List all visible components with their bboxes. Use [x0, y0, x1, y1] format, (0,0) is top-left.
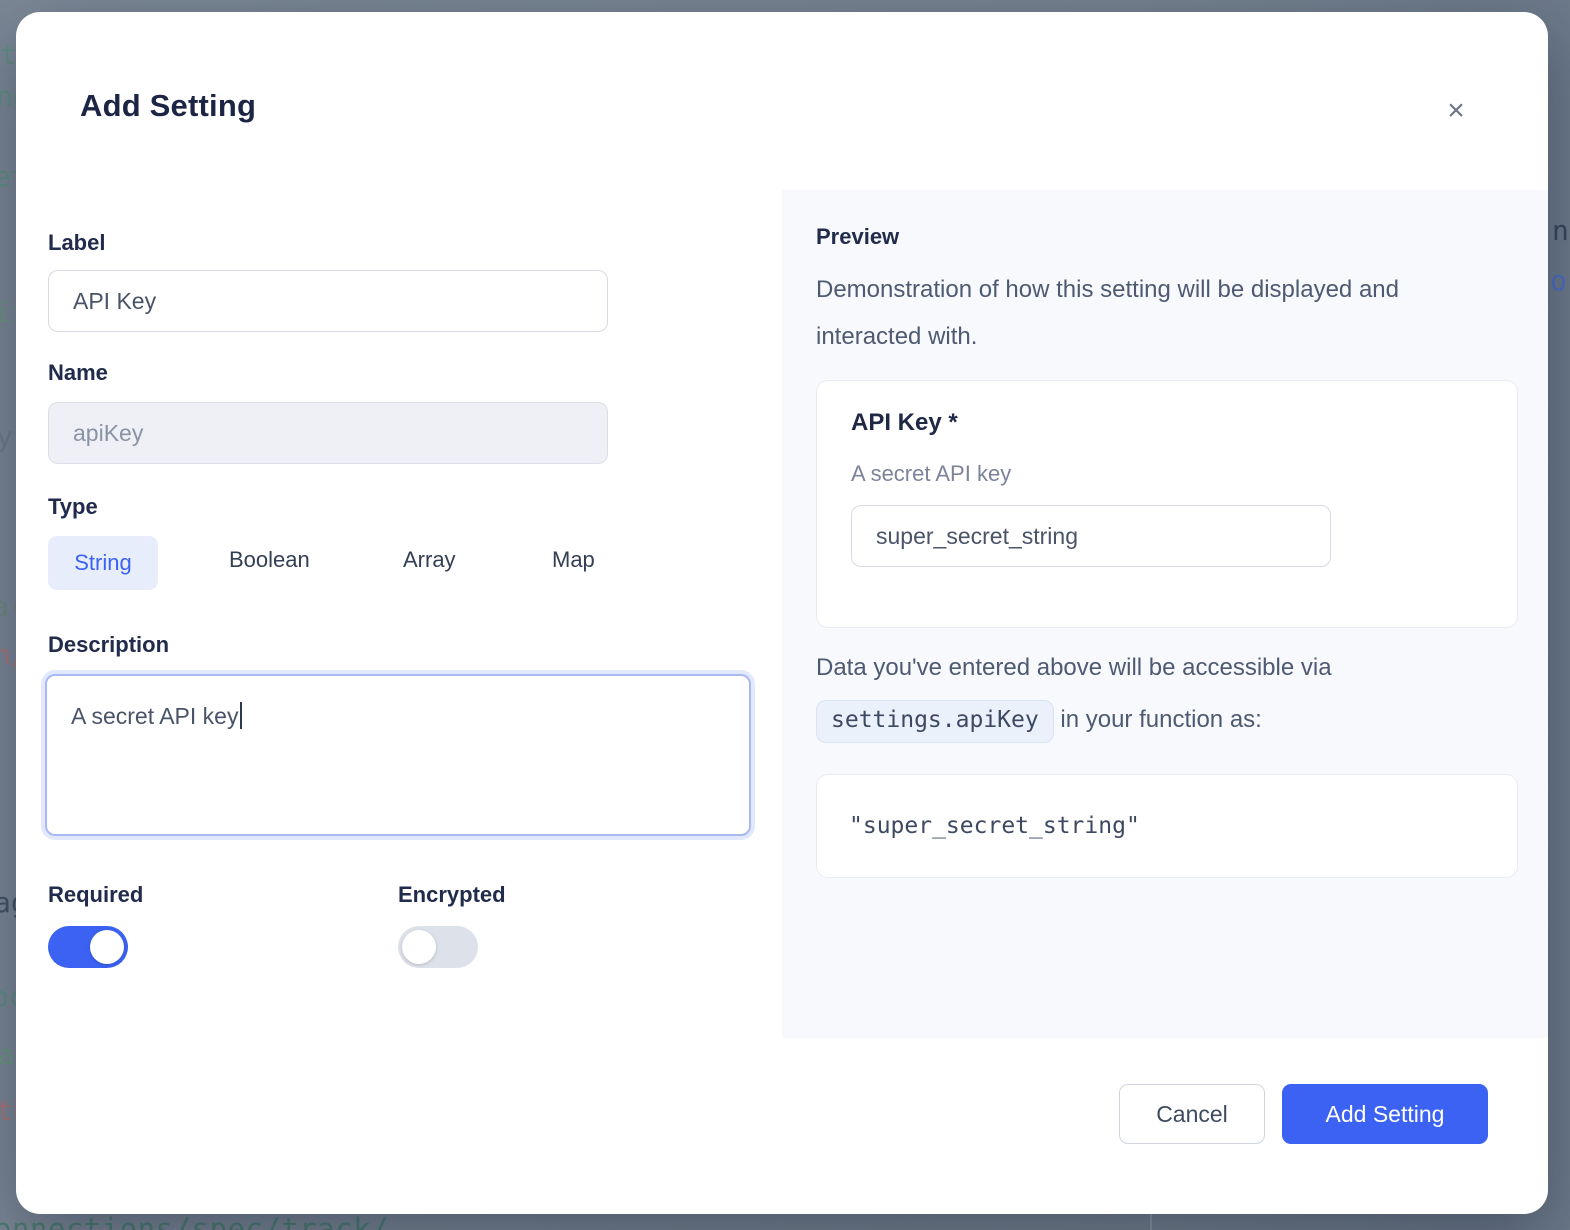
- bg-code-fragment: t: [0, 38, 17, 71]
- toggle-knob: [402, 930, 436, 964]
- cancel-button[interactable]: Cancel: [1119, 1084, 1265, 1144]
- add-setting-button[interactable]: Add Setting: [1282, 1084, 1488, 1144]
- label-input[interactable]: [48, 270, 608, 332]
- name-field-label: Name: [48, 360, 108, 386]
- bg-code-path: onnections/spec/track/: [0, 1212, 389, 1230]
- code-output-value: "super_secret_string": [849, 813, 1140, 839]
- required-toggle-label: Required: [48, 882, 143, 908]
- bg-code-fragment: y: [0, 420, 13, 453]
- preview-setting-card: API Key * A secret API key: [816, 380, 1518, 628]
- encrypted-toggle-label: Encrypted: [398, 882, 506, 908]
- access-info-text: Data you've entered above will be access…: [816, 642, 1496, 746]
- settings-path-chip: settings.apiKey: [816, 700, 1054, 743]
- preview-setting-subtitle: A secret API key: [851, 461, 1011, 487]
- required-toggle[interactable]: [48, 926, 128, 968]
- label-field-label: Label: [48, 230, 105, 256]
- close-icon[interactable]: ×: [1437, 92, 1475, 130]
- preview-panel: Preview Demonstration of how this settin…: [782, 190, 1548, 1038]
- access-text-before: Data you've entered above will be access…: [816, 654, 1332, 681]
- preview-heading: Preview: [816, 224, 899, 250]
- access-text-after: in your function as:: [1060, 706, 1261, 733]
- dialog-title: Add Setting: [80, 88, 256, 124]
- preview-value-input[interactable]: [851, 505, 1331, 567]
- type-option-map[interactable]: Map: [552, 547, 595, 573]
- bg-code-fragment: nf: [1552, 214, 1570, 247]
- preview-description: Demonstration of how this setting will b…: [816, 266, 1476, 360]
- add-setting-dialog: Add Setting × Label Name Type String Boo…: [16, 12, 1548, 1214]
- description-textarea[interactable]: A secret API key: [45, 674, 751, 836]
- name-input: [48, 402, 608, 464]
- bg-editor-divider: [1150, 1214, 1152, 1230]
- type-option-array[interactable]: Array: [403, 547, 456, 573]
- toggle-knob: [90, 930, 124, 964]
- preview-setting-title: API Key *: [851, 409, 958, 437]
- code-output-box: "super_secret_string": [816, 774, 1518, 878]
- bg-code-fragment: a: [0, 1038, 15, 1071]
- type-field-label: Type: [48, 494, 98, 520]
- text-cursor: [240, 702, 242, 729]
- type-option-string[interactable]: String: [48, 536, 158, 590]
- type-option-boolean[interactable]: Boolean: [229, 547, 310, 573]
- type-selector: String Boolean Array Map: [48, 536, 688, 590]
- description-text: A secret API key: [71, 703, 238, 729]
- bg-code-fragment: or: [1550, 264, 1570, 297]
- description-field-label: Description: [48, 632, 169, 658]
- encrypted-toggle[interactable]: [398, 926, 478, 968]
